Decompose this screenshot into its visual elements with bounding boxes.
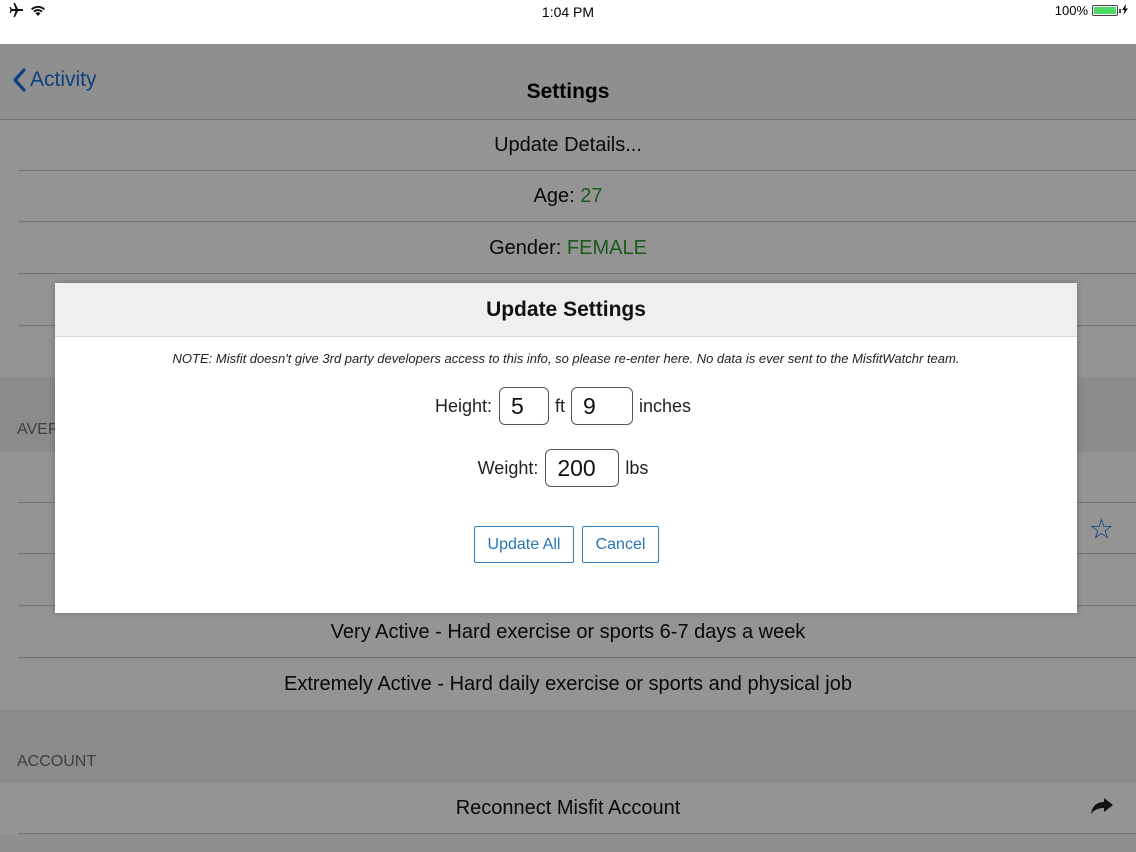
status-time: 1:04 PM [541, 4, 595, 20]
weight-unit-label: lbs [625, 457, 649, 478]
update-settings-dialog: Update Settings NOTE: Misfit doesn't giv… [55, 283, 1077, 613]
height-label: Height: [434, 395, 492, 416]
height-input-row: Height: ft inches [55, 387, 1077, 425]
height-inches-input[interactable] [571, 387, 634, 425]
dialog-note: NOTE: Misfit doesn't give 3rd party deve… [172, 351, 960, 366]
weight-label: Weight: [477, 457, 539, 478]
dialog-title: Update Settings [486, 297, 646, 321]
height-feet-input[interactable] [499, 387, 549, 425]
battery-icon [1092, 5, 1121, 16]
charging-icon [1122, 3, 1128, 18]
dialog-header: Update Settings [55, 283, 1077, 337]
weight-input[interactable] [545, 449, 620, 487]
battery-fill [1094, 7, 1116, 14]
inches-unit-label: inches [639, 395, 692, 416]
weight-input-row: Weight: lbs [55, 449, 1077, 487]
status-right: 100% [1055, 3, 1128, 18]
battery-text: 100% [1054, 3, 1088, 18]
update-all-button[interactable]: Update All [474, 526, 574, 563]
feet-unit-label: ft [555, 395, 566, 416]
cancel-button[interactable]: Cancel [582, 526, 659, 563]
status-bar: 1:04 PM 100% [0, 0, 1136, 44]
